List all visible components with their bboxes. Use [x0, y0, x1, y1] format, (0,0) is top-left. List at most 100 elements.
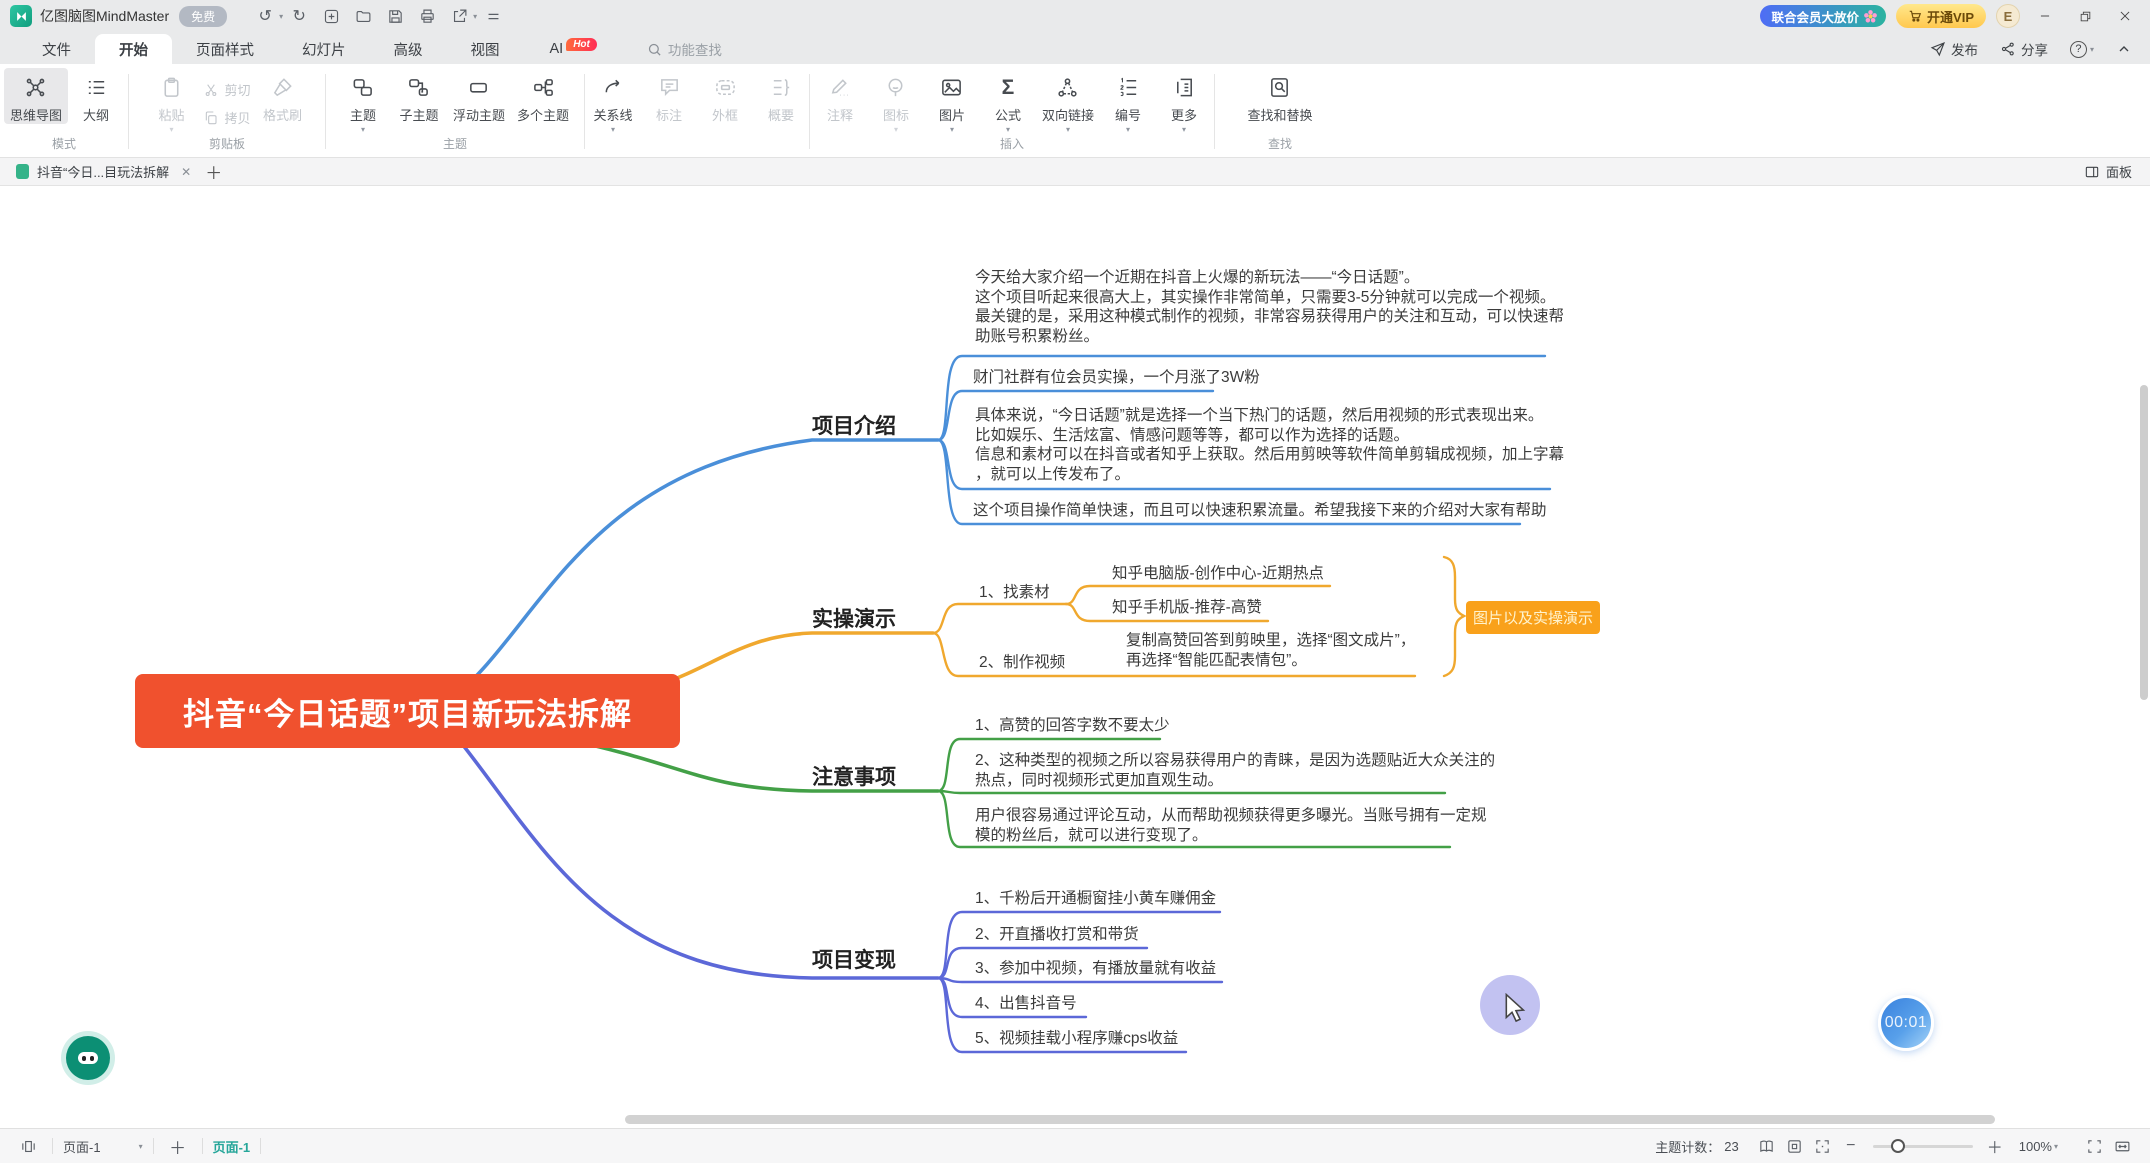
topic-icon: [351, 74, 374, 101]
document-tab[interactable]: 抖音“今日...目玩法拆解: [37, 162, 169, 181]
topic-node[interactable]: 2、这种类型的视频之所以容易获得用户的青睐，是因为选题贴近大众关注的 热点，同时…: [975, 751, 1495, 790]
zoom-in-button[interactable]: ＋: [1981, 1134, 2009, 1158]
page-gallery-icon[interactable]: [14, 1134, 42, 1158]
central-topic[interactable]: 抖音“今日话题”项目新玩法拆解: [135, 674, 680, 748]
branch-label-project-intro[interactable]: 项目介绍: [812, 410, 896, 440]
print-button[interactable]: [414, 4, 440, 28]
topic-node[interactable]: 4、出售抖音号: [975, 994, 1077, 1014]
more-insert-button[interactable]: 更多 ▾: [1156, 68, 1212, 135]
timer-bubble[interactable]: 00:01: [1878, 995, 1934, 1051]
link-nodes-icon: [1056, 74, 1079, 101]
zoom-dropdown-icon[interactable]: ▾: [2054, 1142, 2058, 1151]
topic-button[interactable]: 主题 ▾: [335, 68, 391, 135]
save-button[interactable]: [382, 4, 408, 28]
fit-map-icon[interactable]: [1781, 1134, 1809, 1158]
summary-button[interactable]: 概要: [753, 68, 809, 124]
new-document-tab-button[interactable]: ＋: [205, 159, 222, 184]
topic-node[interactable]: 财门社群有位会员实操，一个月涨了3W粉: [973, 368, 1260, 388]
add-page-button[interactable]: ＋: [164, 1134, 192, 1158]
zoom-level-value[interactable]: 100%: [2019, 1139, 2052, 1154]
export-dropdown-icon[interactable]: ▾: [473, 12, 477, 21]
zoom-slider-knob[interactable]: [1891, 1139, 1905, 1153]
ai-assistant-button[interactable]: [66, 1036, 110, 1080]
member-promo-banner[interactable]: 联合会员大放价: [1760, 5, 1887, 27]
user-avatar[interactable]: E: [1996, 4, 2020, 28]
copy-button[interactable]: 拷贝: [203, 108, 250, 127]
mindmap-mode-button[interactable]: 思维导图: [4, 68, 68, 124]
summary-topic[interactable]: 图片以及实操演示: [1466, 601, 1600, 634]
format-painter-button[interactable]: 格式刷: [255, 68, 311, 124]
topic-node[interactable]: 2、制作视频: [979, 653, 1065, 673]
topic-node[interactable]: 知乎手机版-推荐-高赞: [1112, 598, 1262, 618]
page-selector-dropdown[interactable]: 页面-1 ▾: [63, 1137, 143, 1156]
tab-ai[interactable]: AI Hot: [524, 34, 607, 64]
function-search-input[interactable]: 功能查找: [647, 34, 722, 64]
help-button[interactable]: ?▾: [2070, 41, 2094, 58]
customize-toolbar-icon[interactable]: [480, 4, 506, 28]
callout-button[interactable]: 标注: [641, 68, 697, 124]
minimize-button[interactable]: [2030, 3, 2060, 29]
open-vip-button[interactable]: 开通VIP: [1896, 4, 1986, 28]
horizontal-scrollbar[interactable]: [625, 1115, 1995, 1124]
vertical-scrollbar[interactable]: [2140, 385, 2148, 700]
topic-node[interactable]: 今天给大家介绍一个近期在抖音上火爆的新玩法——“今日话题”。 这个项目听起来很高…: [975, 268, 1564, 346]
topic-node[interactable]: 具体来说，“今日话题”就是选择一个当下热门的话题，然后用视频的形式表现出来。 比…: [975, 406, 1564, 484]
active-page-tab[interactable]: 页面-1: [213, 1137, 251, 1156]
redo-button[interactable]: ↻: [286, 4, 312, 28]
undo-button[interactable]: ↺: [252, 4, 278, 28]
promo-label: 联合会员大放价: [1772, 7, 1860, 26]
subtopic-button[interactable]: 子主题: [391, 68, 447, 124]
tab-page-style[interactable]: 页面样式: [172, 34, 278, 64]
tab-view[interactable]: 视图: [447, 34, 524, 64]
tab-home[interactable]: 开始: [95, 34, 172, 64]
topic-node[interactable]: 1、千粉后开通橱窗挂小黄车赚佣金: [975, 889, 1216, 909]
branch-label-demo[interactable]: 实操演示: [812, 603, 896, 633]
tab-file[interactable]: 文件: [18, 34, 95, 64]
export-button[interactable]: [446, 4, 472, 28]
tab-slides[interactable]: 幻灯片: [278, 34, 370, 64]
tab-advanced[interactable]: 高级: [370, 34, 447, 64]
undo-dropdown-icon[interactable]: ▾: [279, 12, 283, 21]
fit-width-icon[interactable]: [2108, 1134, 2136, 1158]
relationship-line-button[interactable]: 关系线 ▾: [585, 68, 641, 135]
numbering-button[interactable]: 编号 ▾: [1100, 68, 1156, 135]
close-document-icon[interactable]: ✕: [181, 165, 191, 179]
new-file-button[interactable]: [318, 4, 344, 28]
topic-node[interactable]: 这个项目操作简单快速，而且可以快速积累流量。希望我接下来的介绍对大家有帮助: [973, 501, 1547, 521]
presentation-mode-icon[interactable]: [1753, 1134, 1781, 1158]
topic-node[interactable]: 5、视频挂载小程序赚cps收益: [975, 1029, 1178, 1049]
share-button[interactable]: 分享: [2000, 39, 2048, 59]
zoom-out-button[interactable]: −: [1837, 1134, 1865, 1158]
restore-button[interactable]: [2070, 3, 2100, 29]
publish-button[interactable]: 发布: [1930, 39, 1978, 59]
topic-node[interactable]: 复制高赞回答到剪映里，选择“图文成片”， 再选择“智能匹配表情包”。: [1126, 631, 1415, 670]
find-replace-button[interactable]: 查找和替换: [1241, 68, 1318, 124]
topic-node[interactable]: 1、找素材: [979, 583, 1050, 603]
branch-label-monetization[interactable]: 项目变现: [812, 944, 896, 974]
mindmap-icon: [24, 74, 47, 101]
note-button[interactable]: 注释: [812, 68, 868, 124]
open-file-button[interactable]: [350, 4, 376, 28]
topic-node[interactable]: 用户很容易通过评论互动，从而帮助视频获得更多曝光。当账号拥有一定规 模的粉丝后，…: [975, 806, 1487, 845]
branch-label-notes[interactable]: 注意事项: [812, 761, 896, 791]
multi-topic-button[interactable]: 多个主题: [511, 68, 575, 124]
formula-button[interactable]: Σ 公式 ▾: [980, 68, 1036, 135]
fullscreen-icon[interactable]: [2080, 1134, 2108, 1158]
icon-marker-button[interactable]: 图标 ▾: [868, 68, 924, 135]
topic-node[interactable]: 1、高赞的回答字数不要太少: [975, 716, 1170, 736]
panel-toggle-button[interactable]: 面板: [2084, 162, 2140, 181]
cut-button[interactable]: 剪切: [203, 80, 250, 99]
center-map-icon[interactable]: [1809, 1134, 1837, 1158]
zoom-slider[interactable]: [1873, 1145, 1973, 1148]
collapse-ribbon-icon[interactable]: [2116, 41, 2132, 57]
paste-button[interactable]: 粘贴 ▾: [143, 68, 199, 135]
outline-mode-button[interactable]: 大纲: [68, 68, 124, 124]
bidirectional-link-button[interactable]: 双向链接 ▾: [1036, 68, 1100, 135]
topic-node[interactable]: 2、开直播收打赏和带货: [975, 925, 1139, 945]
topic-node[interactable]: 知乎电脑版-创作中心-近期热点: [1112, 564, 1324, 584]
close-button[interactable]: [2110, 3, 2140, 29]
picture-button[interactable]: 图片 ▾: [924, 68, 980, 135]
floating-topic-button[interactable]: 浮动主题: [447, 68, 511, 124]
boundary-button[interactable]: 外框: [697, 68, 753, 124]
topic-node[interactable]: 3、参加中视频，有播放量就有收益: [975, 959, 1216, 979]
